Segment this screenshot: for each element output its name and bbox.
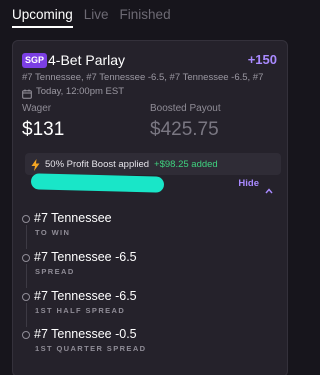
boost-amount: +$98.25 added	[154, 158, 218, 170]
hide-button[interactable]: Hide	[238, 178, 273, 193]
event-date: Today, 12:00pm EST	[22, 85, 125, 99]
tab-finished[interactable]: Finished	[120, 6, 171, 28]
payout-label: Boosted Payout	[150, 103, 221, 114]
leg-name: #7 Tennessee -6.5	[34, 289, 137, 303]
bet-header: SGP 4-Bet Parlay +150	[22, 52, 278, 70]
leg-type: SPREAD	[35, 267, 75, 276]
wager-label: Wager	[22, 103, 52, 114]
leg-name: #7 Tennessee -0.5	[34, 327, 137, 341]
circle-icon	[22, 331, 30, 339]
tab-live[interactable]: Live	[84, 6, 109, 28]
leg-connector	[26, 303, 27, 327]
redaction-mark	[30, 173, 165, 193]
leg-name: #7 Tennessee -6.5	[34, 250, 137, 264]
bet-card[interactable]: SGP 4-Bet Parlay +150 #7 Tennessee, #7 T…	[12, 40, 288, 375]
legs-summary: #7 Tennessee, #7 Tennessee -6.5, #7 Tenn…	[22, 72, 264, 83]
leg-type: TO WIN	[35, 228, 71, 237]
leg-type: 1ST QUARTER SPREAD	[35, 344, 147, 353]
calendar-icon	[22, 86, 32, 99]
leg-connector	[26, 264, 27, 288]
hide-label: Hide	[238, 178, 259, 189]
sgp-badge: SGP	[22, 53, 48, 68]
leg-type: 1ST HALF SPREAD	[35, 306, 126, 315]
circle-icon	[22, 215, 30, 223]
boost-text: 50% Profit Boost applied	[45, 158, 150, 170]
leg-name: #7 Tennessee	[34, 211, 112, 225]
lightning-bolt-icon	[31, 158, 40, 171]
bet-tabs: Upcoming Live Finished	[12, 6, 171, 28]
chevron-up-icon	[265, 181, 273, 193]
wager-value: $131	[22, 119, 65, 140]
circle-icon	[22, 293, 30, 301]
bet-odds: +150	[247, 52, 277, 67]
circle-icon	[22, 254, 30, 262]
date-text: Today, 12:00pm EST	[36, 85, 125, 97]
profit-boost-banner: 50% Profit Boost applied +$98.25 added	[25, 153, 281, 175]
bet-title: 4-Bet Parlay	[48, 52, 126, 68]
payout-value: $425.75	[150, 119, 219, 140]
tab-upcoming[interactable]: Upcoming	[12, 6, 73, 28]
leg-connector	[26, 225, 27, 249]
